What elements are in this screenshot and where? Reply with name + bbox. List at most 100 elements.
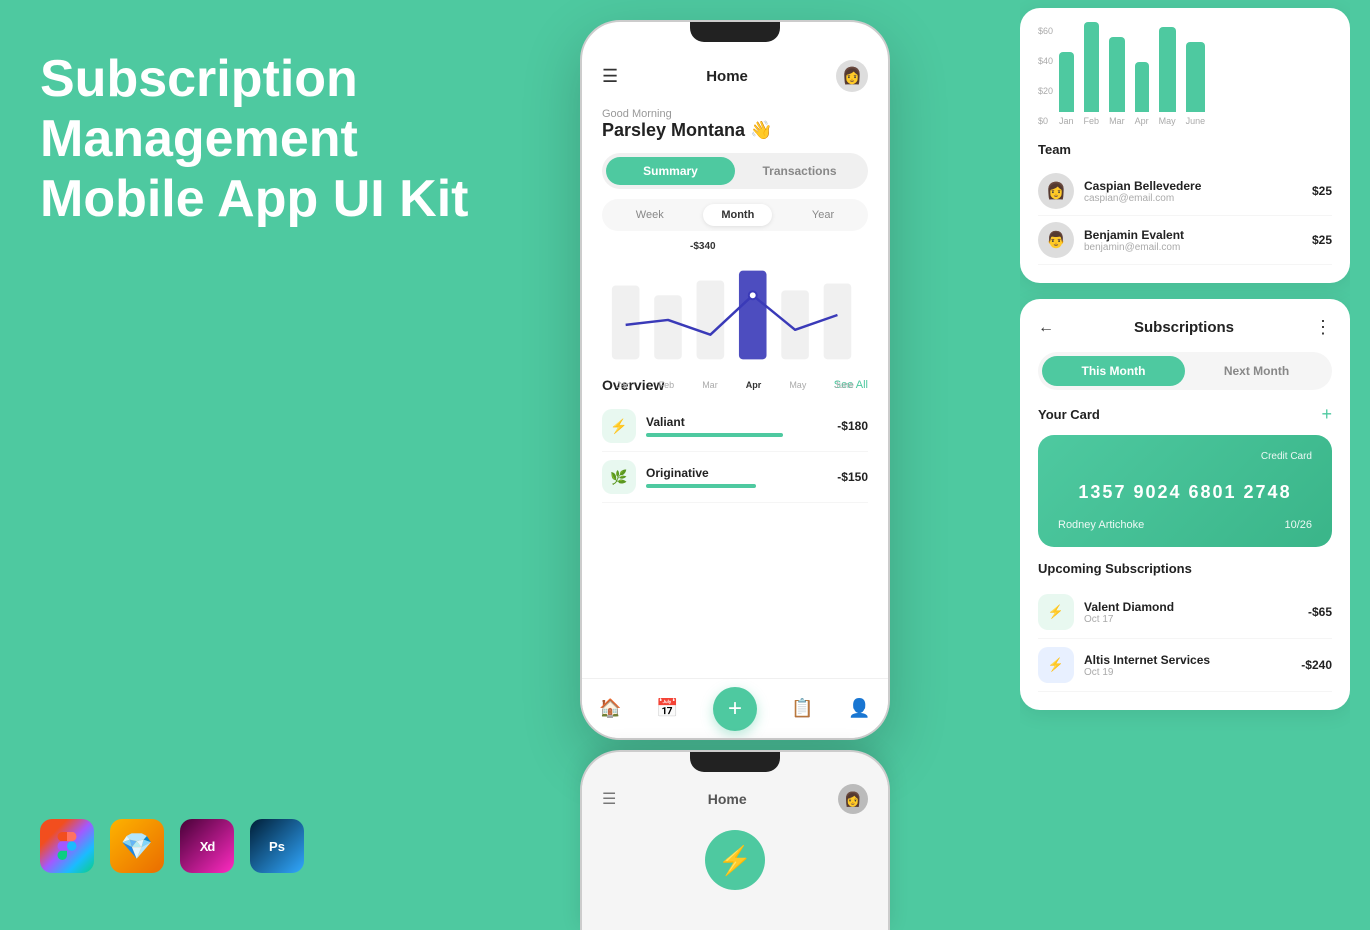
bar-apr-fill bbox=[1135, 62, 1149, 112]
altis-date: Oct 19 bbox=[1084, 667, 1301, 678]
originative-logo: 🌿 bbox=[602, 460, 636, 494]
bar-feb-fill bbox=[1084, 22, 1100, 112]
more-button[interactable]: ⋮ bbox=[1314, 317, 1332, 338]
next-month-btn[interactable]: Next Month bbox=[1185, 356, 1328, 386]
tool-icons-row: 💎 Xd Ps bbox=[40, 819, 304, 873]
bar-may-label: May bbox=[1159, 116, 1176, 126]
this-month-btn[interactable]: This Month bbox=[1042, 356, 1185, 386]
hero-title: SubscriptionManagementMobile App UI Kit bbox=[40, 50, 520, 229]
tab-transactions[interactable]: Transactions bbox=[735, 157, 864, 185]
month-feb: Feb bbox=[659, 380, 675, 390]
benjamin-name: Benjamin Evalent bbox=[1084, 228, 1312, 242]
bar-chart-area: Jan Feb Mar Apr May bbox=[1059, 26, 1205, 126]
bar-feb-label: Feb bbox=[1084, 116, 1100, 126]
credit-card[interactable]: Credit Card 1357 9024 6801 2748 Rodney A… bbox=[1038, 435, 1332, 547]
originative-amount: -$150 bbox=[837, 470, 868, 484]
card-holder: Rodney Artichoke bbox=[1058, 519, 1144, 531]
bar-jan-fill bbox=[1059, 52, 1074, 112]
originative-info: Originative bbox=[646, 466, 829, 488]
team-member-benjamin[interactable]: 👨 Benjamin Evalent benjamin@email.com $2… bbox=[1038, 216, 1332, 265]
phone-notch bbox=[690, 22, 780, 42]
bar-feb: Feb bbox=[1084, 22, 1100, 126]
subscription-item-valiant[interactable]: ⚡ Valiant -$180 bbox=[602, 401, 868, 452]
greeting-small: Good Morning bbox=[602, 108, 868, 120]
second-menu-icon[interactable]: ☰ bbox=[602, 789, 616, 809]
team-member-caspian[interactable]: 👩 Caspian Bellevedere caspian@email.com … bbox=[1038, 167, 1332, 216]
fab-add-button[interactable]: + bbox=[713, 687, 757, 731]
valiant-logo: ⚡ bbox=[602, 409, 636, 443]
nav-calendar-icon[interactable]: 📅 bbox=[656, 698, 678, 719]
chart-svg bbox=[602, 255, 868, 375]
valiant-progress-bar bbox=[646, 433, 783, 437]
period-month[interactable]: Month bbox=[703, 204, 772, 226]
add-card-button[interactable]: + bbox=[1321, 404, 1332, 425]
second-phone-title: Home bbox=[708, 791, 747, 807]
phone-header-title: Home bbox=[706, 68, 748, 85]
upcoming-item-altis[interactable]: ⚡ Altis Internet Services Oct 19 -$240 bbox=[1038, 639, 1332, 692]
main-tab-bar: Summary Transactions bbox=[602, 153, 868, 189]
month-june: June bbox=[834, 380, 854, 390]
card-type-label: Credit Card bbox=[1058, 451, 1312, 462]
hero-section: SubscriptionManagementMobile App UI Kit bbox=[40, 50, 520, 229]
period-selector: Week Month Year bbox=[602, 199, 868, 231]
nav-profile-icon[interactable]: 👤 bbox=[848, 698, 870, 719]
second-phone: ☰ Home 👩 ⚡ bbox=[580, 750, 890, 930]
ps-icon: Ps bbox=[250, 819, 304, 873]
benjamin-info: Benjamin Evalent benjamin@email.com bbox=[1084, 228, 1312, 253]
bar-mar: Mar bbox=[1109, 37, 1125, 126]
chart-value-label: -$340 bbox=[690, 241, 716, 252]
your-card-header: Your Card + bbox=[1038, 404, 1332, 425]
valent-amount: -$65 bbox=[1308, 605, 1332, 619]
originative-progress-bar bbox=[646, 484, 756, 488]
second-phone-content: ☰ Home 👩 ⚡ bbox=[582, 772, 888, 898]
back-button[interactable]: ← bbox=[1038, 319, 1054, 337]
valiant-bar-wrap bbox=[646, 433, 829, 437]
right-panels: $60 $40 $20 $0 Jan Feb Mar bbox=[1020, 0, 1350, 913]
valiant-amount: -$180 bbox=[837, 419, 868, 433]
month-mar: Mar bbox=[702, 380, 718, 390]
second-phone-header: ☰ Home 👩 bbox=[602, 780, 868, 822]
your-card-title: Your Card bbox=[1038, 407, 1100, 422]
bar-may-fill bbox=[1159, 27, 1176, 112]
y-label-60: $60 bbox=[1038, 26, 1053, 36]
bar-june-fill bbox=[1186, 42, 1206, 112]
second-avatar[interactable]: 👩 bbox=[838, 784, 868, 814]
menu-icon[interactable]: ☰ bbox=[602, 66, 618, 87]
altis-amount: -$240 bbox=[1301, 658, 1332, 672]
bar-june-label: June bbox=[1186, 116, 1206, 126]
tab-summary[interactable]: Summary bbox=[606, 157, 735, 185]
altis-name: Altis Internet Services bbox=[1084, 653, 1301, 667]
subscription-item-originative[interactable]: 🌿 Originative -$150 bbox=[602, 452, 868, 503]
caspian-amount: $25 bbox=[1312, 184, 1332, 198]
altis-logo: ⚡ bbox=[1038, 647, 1074, 683]
originative-name: Originative bbox=[646, 466, 829, 480]
nav-list-icon[interactable]: 📋 bbox=[791, 698, 813, 719]
benjamin-email: benjamin@email.com bbox=[1084, 242, 1312, 253]
upcoming-title: Upcoming Subscriptions bbox=[1038, 561, 1332, 576]
y-label-40: $40 bbox=[1038, 56, 1053, 66]
valiant-name: Valiant bbox=[646, 415, 829, 429]
benjamin-amount: $25 bbox=[1312, 233, 1332, 247]
upcoming-item-valent[interactable]: ⚡ Valent Diamond Oct 17 -$65 bbox=[1038, 586, 1332, 639]
card-expiry: 10/26 bbox=[1284, 519, 1312, 531]
bar-chart-panel: $60 $40 $20 $0 Jan Feb Mar bbox=[1020, 8, 1350, 283]
valent-info: Valent Diamond Oct 17 bbox=[1084, 600, 1308, 625]
y-label-0: $0 bbox=[1038, 116, 1053, 126]
bar-may: May bbox=[1159, 27, 1176, 126]
y-label-20: $20 bbox=[1038, 86, 1053, 96]
bottom-nav: 🏠 📅 + 📋 👤 bbox=[582, 678, 888, 738]
period-year[interactable]: Year bbox=[794, 204, 852, 226]
subs-panel-title: Subscriptions bbox=[1054, 319, 1314, 336]
valiant-info: Valiant bbox=[646, 415, 829, 437]
team-title: Team bbox=[1038, 142, 1332, 157]
caspian-info: Caspian Bellevedere caspian@email.com bbox=[1084, 179, 1312, 204]
originative-bar-wrap bbox=[646, 484, 829, 488]
caspian-email: caspian@email.com bbox=[1084, 193, 1312, 204]
user-avatar[interactable]: 👩 bbox=[836, 60, 868, 92]
line-chart: -$340 Jan Feb Mar Apr May bbox=[602, 241, 868, 371]
altis-info: Altis Internet Services Oct 19 bbox=[1084, 653, 1301, 678]
nav-home-icon[interactable]: 🏠 bbox=[599, 698, 621, 719]
period-week[interactable]: Week bbox=[618, 204, 682, 226]
bar-y-labels: $60 $40 $20 $0 bbox=[1038, 26, 1053, 126]
card-footer: Rodney Artichoke 10/26 bbox=[1058, 519, 1312, 531]
